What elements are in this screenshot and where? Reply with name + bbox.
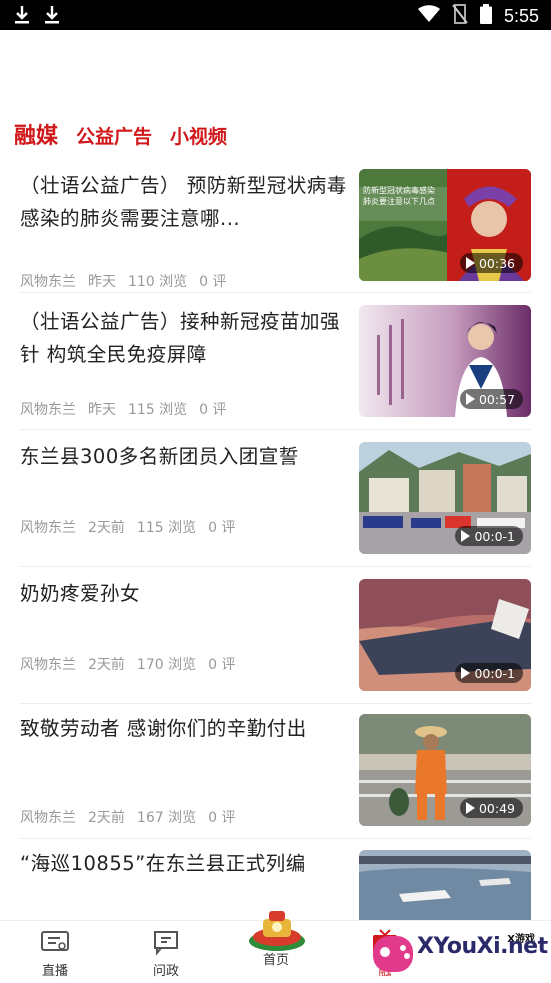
article-source: 风物东兰 [20,402,76,418]
list-item[interactable]: 东兰县300多名新团员入团宣誓 风物东兰 2天前 115 浏览 0 评 00:0… [0,442,551,554]
article-meta: 风物东兰 昨天 115 浏览 0 评 [20,399,227,419]
tab-rongmei[interactable]: 融媒 [14,118,58,150]
article-meta: 风物东兰 2天前 115 浏览 0 评 [20,517,235,537]
article-title: 奶奶疼爱孙女 [20,582,141,605]
no-signal-icon [452,4,468,28]
article-source: 风物东兰 [20,810,76,826]
chat-icon [126,929,206,955]
article-title: 东兰县300多名新团员入团宣誓 [20,445,299,468]
article-views: 167 浏览 [136,810,197,826]
play-icon [465,802,475,814]
article-meta: 风物东兰 昨天 110 浏览 0 评 [20,271,227,291]
play-icon [465,257,475,269]
video-thumbnail[interactable] [359,850,531,920]
article-views: 115 浏览 [136,520,197,536]
category-tabs: 融媒 公益广告 小视频 [14,118,227,150]
play-icon [461,667,471,679]
article-views: 110 浏览 [128,274,188,290]
article-comments: 0 评 [199,402,227,418]
article-source: 风物东兰 [20,520,76,536]
article-source: 风物东兰 [20,657,76,673]
status-bar: 5:55 [0,0,551,30]
nav-live[interactable]: 直播 [15,929,95,979]
article-title: （壮语公益广告） 预防新型冠状病毒感染的肺炎需要注意哪... [20,174,347,230]
video-thumbnail[interactable]: 防新型冠状病毒感染 肺炎要注意以下几点 00:36 [359,169,531,281]
article-meta: 风物东兰 2天前 170 浏览 0 评 [20,654,235,674]
list-item[interactable]: 致敬劳动者 感谢你们的辛勤付出 风物东兰 2天前 167 浏览 0 评 00:4… [0,713,551,827]
article-title: 致敬劳动者 感谢你们的辛勤付出 [20,717,307,740]
watermark-text: XYouXi.net [417,934,548,959]
download-icon [14,5,30,25]
divider [20,429,531,430]
list-item[interactable]: 奶奶疼爱孙女 风物东兰 2天前 170 浏览 0 评 00:0-1 [0,579,551,691]
list-item[interactable]: （壮语公益广告） 预防新型冠状病毒感染的肺炎需要注意哪... 风物东兰 昨天 1… [0,168,551,294]
video-thumbnail[interactable]: 00:57 [359,305,531,417]
gamepad-logo-icon [373,936,413,972]
nav-wenzheng[interactable]: 问政 [126,929,206,979]
article-time: 2天前 [88,810,125,826]
download-icon [44,5,60,25]
article-source: 风物东兰 [20,274,76,290]
wifi-icon [417,5,440,27]
article-views: 115 浏览 [128,402,188,418]
video-duration: 00:36 [459,253,523,273]
article-title: （壮语公益广告）接种新冠疫苗加强针 构筑全民免疫屏障 [20,310,341,366]
status-time: 5:55 [503,5,539,26]
tab-short-video[interactable]: 小视频 [170,122,227,149]
video-duration: 00:0-1 [455,663,523,683]
article-comments: 0 评 [208,520,236,536]
article-time: 2天前 [88,657,125,673]
play-icon [461,530,471,542]
article-comments: 0 评 [208,657,236,673]
tab-public-ads[interactable]: 公益广告 [76,122,152,149]
video-duration: 00:0-1 [455,526,523,546]
article-meta: 风物东兰 2天前 167 浏览 0 评 [20,807,235,827]
divider [20,838,531,839]
play-icon [465,393,475,405]
nav-label: 直播 [41,964,68,979]
video-thumbnail[interactable]: 00:0-1 [359,442,531,554]
divider [20,703,531,704]
battery-icon [479,4,492,28]
live-tv-icon [15,929,95,955]
article-title: “海巡10855”在东兰县正式列编 [20,852,306,875]
video-thumbnail[interactable]: 00:49 [359,714,531,826]
nav-label: 问政 [152,964,179,979]
divider [20,292,531,293]
article-time: 昨天 [88,274,116,290]
article-comments: 0 评 [199,274,227,290]
video-duration: 00:57 [459,389,523,409]
article-time: 昨天 [88,402,116,418]
nav-home[interactable]: 首页 [236,953,316,968]
video-thumbnail[interactable]: 00:0-1 [359,579,531,691]
article-views: 170 浏览 [136,657,197,673]
home-logo-icon[interactable] [245,905,309,953]
list-item[interactable]: （壮语公益广告）接种新冠疫苗加强针 构筑全民免疫屏障 风物东兰 昨天 115 浏… [0,305,551,431]
thumb-caption: 防新型冠状病毒感染 [363,186,435,195]
article-time: 2天前 [88,520,125,536]
video-duration: 00:49 [459,798,523,818]
divider [20,566,531,567]
thumb-caption: 肺炎要注意以下几点 [363,197,435,206]
watermark: X游戏 XYouXi.net [367,924,548,980]
article-comments: 0 评 [208,810,236,826]
